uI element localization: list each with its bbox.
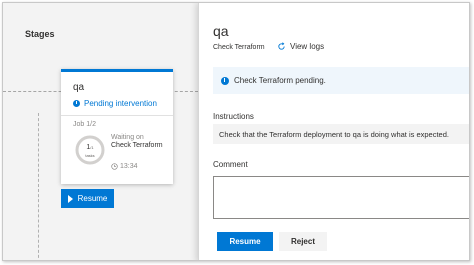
waiting-label: Waiting on bbox=[111, 134, 144, 141]
task-count-total: /1 bbox=[90, 145, 94, 150]
stage-resume-label: Resume bbox=[77, 194, 108, 203]
stage-card-qa[interactable]: qa Pending intervention Job 1/2 1/1 task… bbox=[61, 69, 173, 184]
stage-time: 13:34 bbox=[111, 163, 138, 170]
window: Stages qa Pending intervention Job 1/2 1… bbox=[2, 2, 470, 261]
card-divider bbox=[61, 115, 173, 116]
reject-button[interactable]: Reject bbox=[279, 232, 327, 251]
play-icon bbox=[67, 194, 73, 203]
instructions-text: Check that the Terraform deployment to q… bbox=[219, 129, 449, 139]
stage-name: qa bbox=[73, 82, 85, 93]
approval-panel: qa Check Terraform View logs Check Terra… bbox=[198, 3, 469, 260]
stage-time-value: 13:34 bbox=[120, 163, 138, 170]
stage-status-label: Pending intervention bbox=[84, 99, 157, 108]
panel-subtitle: Check Terraform bbox=[213, 44, 265, 51]
instructions-box: Check that the Terraform deployment to q… bbox=[213, 124, 469, 144]
task-count-unit: tasks bbox=[85, 153, 95, 158]
stage-status: Pending intervention bbox=[73, 99, 157, 108]
info-message-text: Check Terraform pending. bbox=[234, 76, 326, 85]
comment-label: Comment bbox=[213, 160, 248, 169]
waiting-task: Check Terraform bbox=[111, 142, 163, 149]
comment-field[interactable] bbox=[213, 176, 469, 219]
panel-title: qa bbox=[213, 23, 229, 39]
info-icon bbox=[221, 76, 229, 85]
stages-title: Stages bbox=[25, 29, 55, 39]
refresh-icon bbox=[278, 42, 285, 50]
stage-resume-button[interactable]: Resume bbox=[61, 189, 114, 208]
pending-icon bbox=[73, 100, 80, 107]
stage-connector-vertical bbox=[38, 113, 39, 260]
job-counter: Job 1/2 bbox=[73, 121, 96, 128]
instructions-label: Instructions bbox=[213, 112, 254, 121]
stages-pane: Stages qa Pending intervention Job 1/2 1… bbox=[3, 3, 198, 260]
view-logs-link[interactable]: View logs bbox=[277, 42, 324, 51]
info-message-bar: Check Terraform pending. bbox=[213, 67, 469, 94]
clock-icon bbox=[111, 163, 118, 170]
view-logs-label: View logs bbox=[290, 42, 325, 51]
task-count: 1/1 bbox=[74, 144, 106, 151]
resume-button[interactable]: Resume bbox=[217, 232, 273, 251]
